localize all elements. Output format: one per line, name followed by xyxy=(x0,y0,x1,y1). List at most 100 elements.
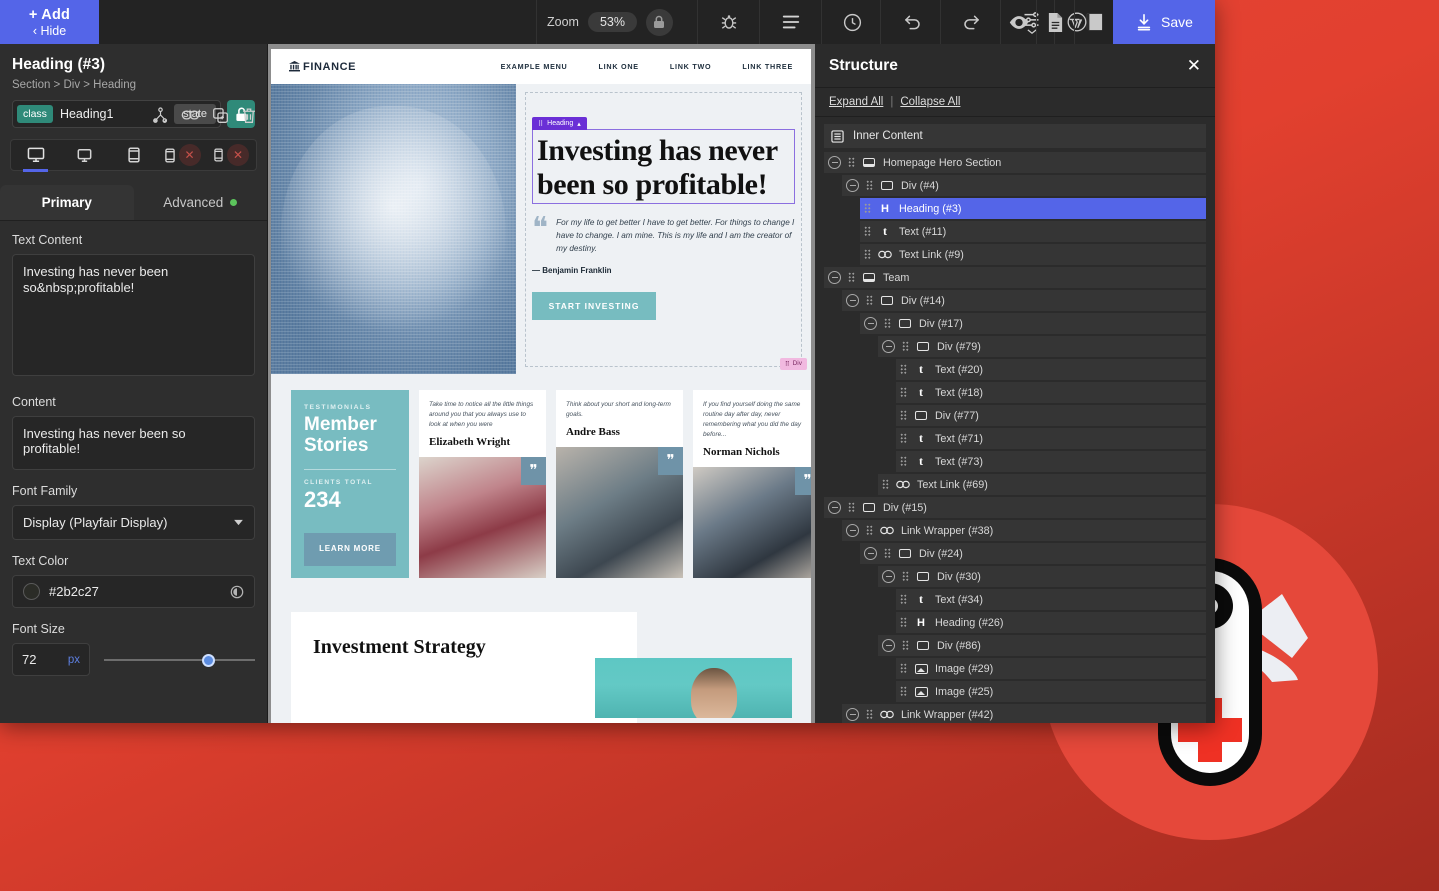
drag-handle[interactable] xyxy=(864,221,871,242)
nav-link-2[interactable]: LINK TWO xyxy=(670,62,712,71)
drag-handle[interactable] xyxy=(900,589,907,610)
text-color-value[interactable]: #2b2c27 xyxy=(49,584,221,599)
tree-node[interactable]: Div (#79) xyxy=(878,336,1206,357)
drag-handle[interactable] xyxy=(902,566,909,587)
heading-badge[interactable]: ⠿ Heading ▴ xyxy=(532,117,587,130)
tree-node[interactable]: t Text (#73) xyxy=(896,451,1206,472)
undo-icon[interactable] xyxy=(880,0,942,44)
collapse-toggle-icon[interactable] xyxy=(846,294,859,307)
collapse-toggle-icon[interactable] xyxy=(882,570,895,583)
drag-handle[interactable] xyxy=(900,451,907,472)
page-icon[interactable] xyxy=(1036,0,1074,44)
tree-node[interactable]: Div (#86) xyxy=(878,635,1206,656)
hero-quote-text[interactable]: For my life to get better I have to get … xyxy=(556,217,795,255)
tree-node[interactable]: t Text (#20) xyxy=(896,359,1206,380)
drag-handle[interactable] xyxy=(866,290,873,311)
drag-handle[interactable] xyxy=(848,267,855,288)
nav-link-1[interactable]: LINK ONE xyxy=(599,62,639,71)
tree-node[interactable]: Div (#77) xyxy=(896,405,1206,426)
tree-node[interactable]: t Text (#18) xyxy=(896,382,1206,403)
breakpoint-mobile-portrait[interactable]: ✕ xyxy=(207,139,256,171)
tab-primary[interactable]: Primary xyxy=(0,185,134,220)
tree-node[interactable]: Div (#30) xyxy=(878,566,1206,587)
drag-handle[interactable] xyxy=(882,474,889,495)
tab-advanced[interactable]: Advanced xyxy=(134,185,268,220)
canvas-viewport[interactable]: FINANCE EXAMPLE MENU LINK ONE LINK TWO L… xyxy=(268,44,815,723)
drag-handle[interactable] xyxy=(900,382,907,403)
drag-handle[interactable] xyxy=(884,543,891,564)
tree-node[interactable]: Image (#29) xyxy=(896,658,1206,679)
tree-node[interactable]: t Text (#34) xyxy=(896,589,1206,610)
drag-handle[interactable] xyxy=(864,244,871,265)
bug-icon[interactable] xyxy=(697,0,759,44)
tree-node[interactable]: Team xyxy=(824,267,1206,288)
hero-heading[interactable]: Investing has never been so profitable! xyxy=(537,134,788,201)
drag-handle[interactable] xyxy=(900,681,907,702)
tree-node[interactable]: Text Link (#69) xyxy=(878,474,1206,495)
drag-handle[interactable] xyxy=(848,497,855,518)
zoom-value[interactable]: 53% xyxy=(587,12,637,32)
eye-icon[interactable] xyxy=(1002,0,1036,44)
collapse-toggle-icon[interactable] xyxy=(846,524,859,537)
testimonials-section[interactable]: TESTIMONIALS Member Stories CLIENTS TOTA… xyxy=(271,374,811,594)
collapse-toggle-icon[interactable] xyxy=(864,547,877,560)
color-swatch[interactable] xyxy=(23,583,40,600)
breakpoint-desktop[interactable] xyxy=(11,139,60,172)
start-investing-button[interactable]: START INVESTING xyxy=(532,292,656,321)
testimonial-card[interactable]: Think about your short and long-term goa… xyxy=(556,390,683,578)
drag-handle[interactable] xyxy=(900,405,907,426)
tree-node[interactable]: Div (#17) xyxy=(860,313,1206,334)
font-size-slider[interactable] xyxy=(104,651,255,669)
collapse-toggle-icon[interactable] xyxy=(846,708,859,721)
font-size-unit[interactable]: px xyxy=(68,654,80,666)
history-clock-icon[interactable] xyxy=(821,0,883,44)
collapse-all-link[interactable]: Collapse All xyxy=(900,96,960,108)
tree-node[interactable]: Image (#25) xyxy=(896,681,1206,702)
drag-handle[interactable] xyxy=(902,336,909,357)
font-size-input[interactable]: 72 px xyxy=(12,643,90,676)
expand-all-link[interactable]: Expand All xyxy=(829,96,883,108)
tree-node[interactable]: t Text (#11) xyxy=(860,221,1206,242)
font-family-select[interactable]: Display (Playfair Display) xyxy=(12,505,255,540)
site-preview[interactable]: FINANCE EXAMPLE MENU LINK ONE LINK TWO L… xyxy=(271,49,811,723)
close-icon[interactable]: ✕ xyxy=(1187,57,1201,74)
duplicate-icon[interactable] xyxy=(212,107,229,124)
tree-node[interactable]: H Heading (#3) xyxy=(860,198,1206,219)
drag-handle[interactable] xyxy=(900,658,907,679)
tree-node[interactable]: t Text (#71) xyxy=(896,428,1206,449)
site-logo[interactable]: FINANCE xyxy=(289,61,356,73)
breakpoint-disabled-x-icon[interactable]: ✕ xyxy=(178,144,201,166)
learn-more-button[interactable]: LEARN MORE xyxy=(304,532,396,566)
breakpoint-mobile-landscape[interactable]: ✕ xyxy=(158,139,207,171)
hero-quote-author[interactable]: — Benjamin Franklin xyxy=(532,266,795,275)
homepage-hero-section[interactable]: ⠿ Heading ▴ Investing has never been so … xyxy=(271,84,811,374)
breakpoint-disabled-x-icon-2[interactable]: ✕ xyxy=(227,144,249,166)
tree-node[interactable]: Link Wrapper (#42) xyxy=(842,704,1206,723)
tree-node[interactable]: Div (#24) xyxy=(860,543,1206,564)
drag-handle[interactable] xyxy=(866,704,873,723)
content-input[interactable]: Investing has never been so profitable! xyxy=(12,416,255,470)
link-icon[interactable] xyxy=(181,107,200,124)
trash-icon[interactable] xyxy=(241,107,257,124)
tree-node[interactable]: Div (#14) xyxy=(842,290,1206,311)
redo-icon[interactable] xyxy=(940,0,1002,44)
slider-knob[interactable] xyxy=(202,653,216,667)
hero-content-div[interactable]: ⠿ Heading ▴ Investing has never been so … xyxy=(516,84,811,374)
breakpoint-tablet[interactable] xyxy=(109,139,158,171)
testimonial-card[interactable]: If you find yourself doing the same rout… xyxy=(693,390,811,578)
tree-node[interactable]: H Heading (#26) xyxy=(896,612,1206,633)
lock-icon[interactable] xyxy=(645,8,673,36)
nav-link-3[interactable]: LINK THREE xyxy=(742,62,793,71)
text-color-field[interactable]: #2b2c27 xyxy=(12,575,255,608)
drag-handle[interactable] xyxy=(866,175,873,196)
drag-handle[interactable] xyxy=(848,152,855,173)
div-badge[interactable]: ⠿ Div xyxy=(779,358,807,370)
revert-icon[interactable] xyxy=(230,585,244,599)
tree-node[interactable]: Text Link (#9) xyxy=(860,244,1206,265)
drag-handle[interactable] xyxy=(866,520,873,541)
tree-node[interactable]: Div (#4) xyxy=(842,175,1206,196)
add-button[interactable]: + Add ‹ Hide xyxy=(0,0,99,44)
collapse-toggle-icon[interactable] xyxy=(828,271,841,284)
sitemap-icon[interactable] xyxy=(152,107,169,124)
book-icon[interactable] xyxy=(1074,0,1113,44)
